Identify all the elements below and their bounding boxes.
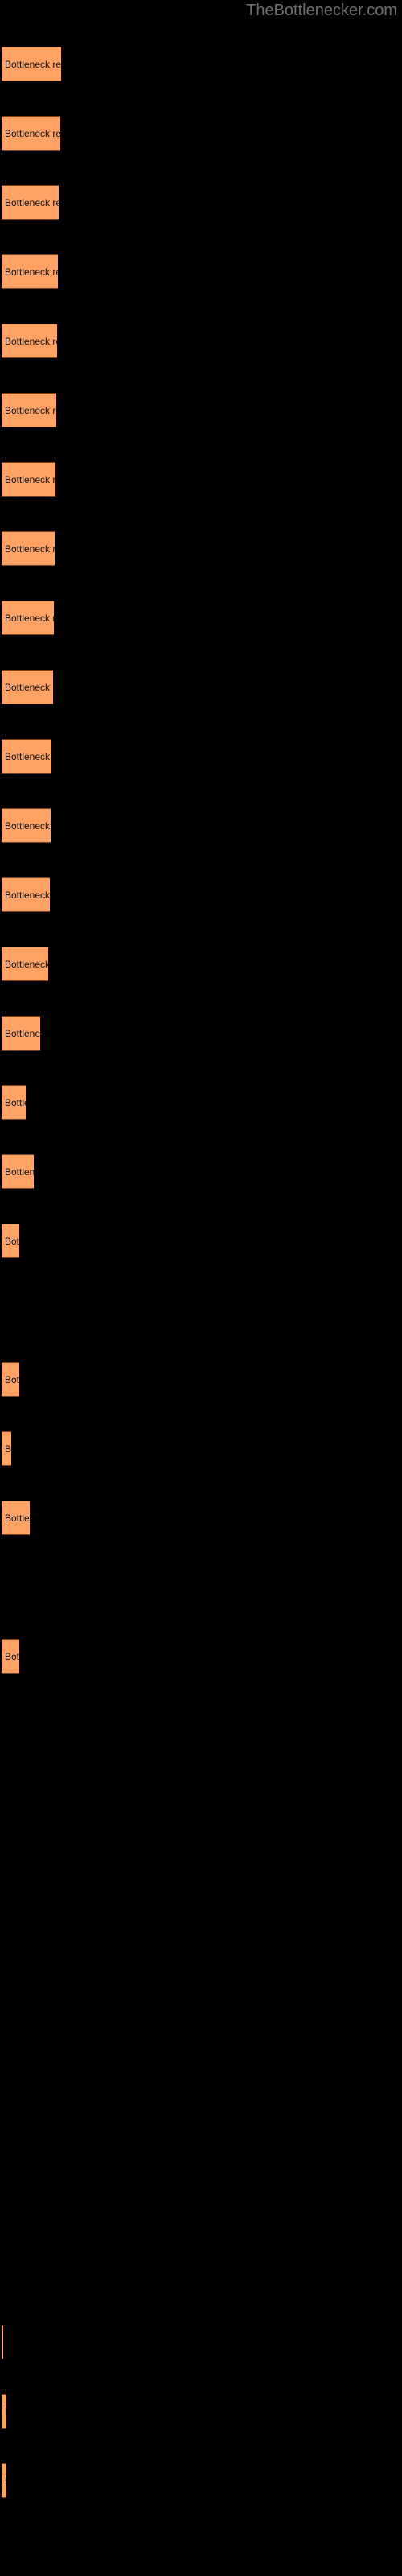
bar-9: Bottleneck result (2, 601, 54, 635)
bar-10: Bottleneck result (2, 670, 53, 704)
bar-label: Bottleneck result (5, 889, 50, 901)
bar-label: Bottleneck result (5, 2475, 6, 2487)
bar-label: Bottleneck result (5, 819, 51, 832)
bar-label: Bottleneck result (5, 473, 55, 485)
bar-label: Bottleneck result (5, 1373, 19, 1385)
bar-label: Bottleneck result (5, 750, 51, 762)
bar-label: Bottleneck result (5, 127, 60, 139)
bar-label: Bottleneck result (5, 612, 54, 624)
bar-24: Bottleneck result (2, 2394, 6, 2429)
bar-20: Bottleneck result (2, 1431, 11, 1466)
bar-label: Bottleneck result (5, 1235, 19, 1247)
bar-21: Bottleneck result (2, 1501, 30, 1535)
bar-7: Bottleneck result (2, 462, 55, 497)
bar-label: Bottleneck result (5, 543, 55, 555)
bar-25: Bottleneck result (2, 2463, 6, 2498)
bar-label: Bottleneck result (5, 335, 57, 347)
bar-label: Bottleneck result (5, 196, 59, 208)
bar-label: Bottleneck result (5, 1512, 30, 1524)
bar-label: Bottleneck result (5, 1096, 26, 1108)
bar-label: Bottleneck result (5, 266, 58, 278)
bar-1: Bottleneck result (2, 47, 61, 81)
bottleneck-bar-chart: TheBottlenecker.com Bottleneck resultBot… (0, 0, 402, 2576)
bar-17: Bottleneck result (2, 1154, 34, 1189)
bar-15: Bottleneck result (2, 1016, 40, 1051)
bar-18: Bottleneck result (2, 1224, 19, 1258)
bar-22: Bottleneck result (2, 1639, 19, 1674)
bar-4: Bottleneck result (2, 254, 58, 289)
bar-19: Bottleneck result (2, 1362, 19, 1397)
bar-label: Bottleneck result (5, 1166, 34, 1178)
bar-14: Bottleneck result (2, 947, 48, 981)
bar-16: Bottleneck result (2, 1085, 26, 1120)
bar-13: Bottleneck result (2, 877, 50, 912)
bar-6: Bottleneck result (2, 393, 56, 427)
bar-11: Bottleneck result (2, 739, 51, 774)
bar-label: Bottleneck result (5, 1443, 11, 1455)
bar-label: Bottleneck result (5, 2406, 6, 2417)
bar-23: Bottleneck result (2, 2325, 3, 2359)
bar-label: Bottleneck result (5, 1027, 40, 1039)
bar-3: Bottleneck result (2, 185, 59, 220)
bar-12: Bottleneck result (2, 808, 51, 843)
bar-label: Bottleneck result (5, 404, 56, 416)
bar-2: Bottleneck result (2, 116, 60, 151)
bar-label: Bottleneck result (5, 958, 48, 970)
bar-label: Bottleneck result (5, 58, 61, 70)
bars-layer: Bottleneck result Bottleneck result Bottle… (0, 0, 402, 2576)
bar-5: Bottleneck result (2, 324, 57, 358)
bar-label: Bottleneck result (5, 1650, 19, 1662)
bar-label: Bottleneck result (5, 681, 53, 693)
bar-8: Bottleneck result (2, 531, 55, 566)
